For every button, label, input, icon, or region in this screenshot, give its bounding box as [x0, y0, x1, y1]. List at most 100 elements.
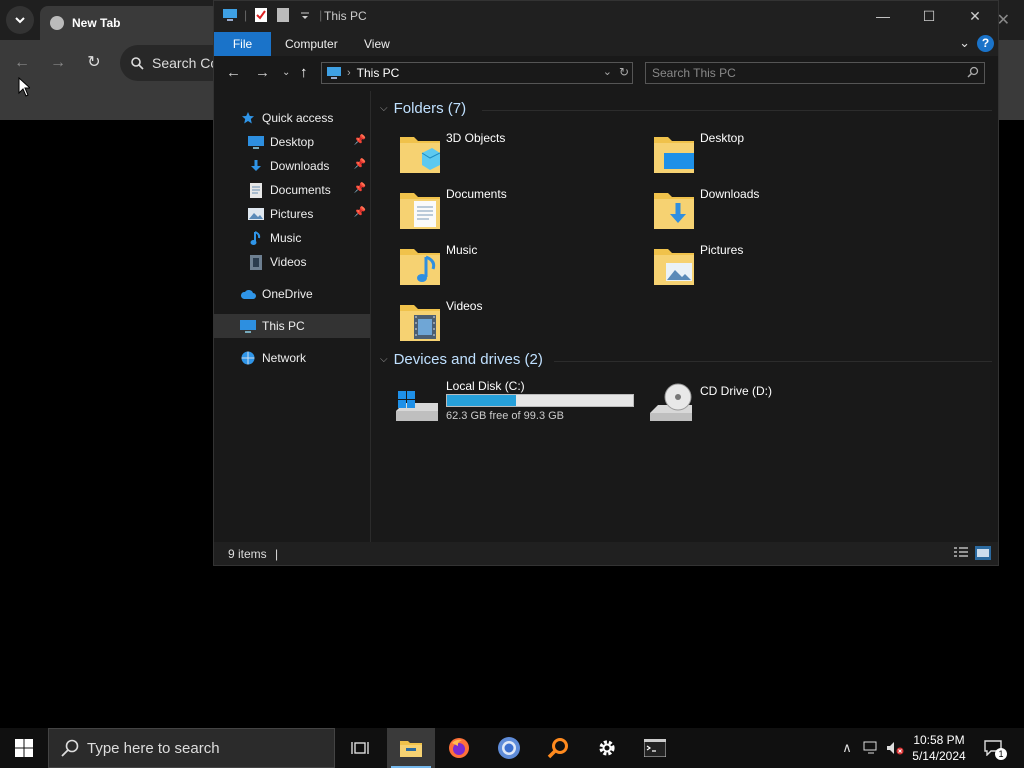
large-icons-view-icon[interactable]: [975, 546, 991, 560]
taskbar-firefox[interactable]: [435, 728, 483, 768]
expand-ribbon-icon[interactable]: ⌄: [959, 35, 970, 51]
details-view-icon[interactable]: [953, 546, 969, 560]
tab-computer[interactable]: Computer: [273, 32, 350, 56]
address-dropdown-icon[interactable]: ⌄: [603, 65, 612, 78]
tab-search-button[interactable]: [6, 6, 34, 34]
ribbon-tabs: File Computer View ⌄ ?: [214, 32, 998, 56]
network-icon: [240, 350, 256, 366]
drive-name: CD Drive (D:): [700, 384, 772, 398]
chevron-down-icon: ⌵: [380, 354, 388, 365]
folder-name: Music: [446, 243, 478, 257]
folder-pictures[interactable]: Pictures: [654, 243, 904, 295]
clock-date: 5/14/2024: [912, 749, 966, 763]
folder-documents[interactable]: Documents: [400, 187, 650, 239]
notification-center-button[interactable]: 1: [982, 728, 1007, 768]
show-hidden-icons-chevron-icon[interactable]: ∧: [838, 728, 856, 768]
recent-locations-icon[interactable]: ⌄: [282, 67, 290, 78]
taskbar-search-app[interactable]: [534, 728, 582, 768]
nav-item-network[interactable]: Network: [214, 346, 370, 370]
folders-group-header[interactable]: ⌵ Folders (7): [380, 100, 466, 117]
folder-videos[interactable]: Videos: [400, 299, 650, 351]
taskbar-clock[interactable]: 10:58 PM 5/14/2024: [906, 732, 972, 764]
forward-arrow-icon[interactable]: →: [47, 52, 69, 74]
file-explorer-window: | | This PC — ☐ ✕ File Computer View ⌄ ?…: [213, 0, 999, 566]
nav-item-this-pc[interactable]: This PC: [214, 314, 370, 338]
reload-icon[interactable]: ↻: [83, 52, 105, 74]
drive-local-c[interactable]: Local Disk (C:) 62.3 GB free of 99.3 GB: [394, 379, 644, 429]
start-button[interactable]: [0, 728, 48, 768]
breadcrumb-separator-icon: ›: [347, 67, 351, 79]
folder-videos-icon: [400, 305, 440, 341]
content-pane: ⌵ Folders (7) 3D Objects Desktop Documen…: [372, 91, 998, 542]
folder-music-icon: [400, 249, 440, 285]
nav-label: Documents: [270, 183, 331, 197]
cd-drive-icon: [650, 383, 692, 421]
new-folder-icon[interactable]: [275, 7, 291, 23]
hard-drive-icon: [396, 391, 438, 421]
drive-cd-d[interactable]: CD Drive (D:): [648, 379, 848, 429]
desktop-icon: [248, 134, 264, 150]
browser-tab-new-tab[interactable]: New Tab: [40, 6, 220, 40]
refresh-icon[interactable]: ↻: [619, 65, 629, 79]
cloud-icon: [240, 286, 256, 302]
nav-item-pictures[interactable]: Pictures 📌: [214, 202, 370, 226]
breadcrumb-this-pc[interactable]: This PC: [357, 66, 400, 80]
firefox-icon: [449, 738, 469, 758]
nav-item-documents[interactable]: Documents 📌: [214, 178, 370, 202]
navigation-pane: Quick access Desktop 📌 Downloads 📌 Docum…: [214, 91, 371, 542]
minimize-button[interactable]: —: [860, 1, 906, 32]
status-bar: 9 items |: [214, 542, 998, 565]
nav-item-videos[interactable]: Videos: [214, 250, 370, 274]
search-input[interactable]: [652, 65, 952, 81]
network-tray-icon[interactable]: [860, 728, 882, 768]
back-arrow-icon[interactable]: ←: [226, 64, 241, 81]
nav-item-music[interactable]: Music: [214, 226, 370, 250]
gear-icon: [599, 740, 615, 756]
tab-view[interactable]: View: [352, 32, 402, 56]
group-divider: [554, 361, 992, 362]
document-icon: [248, 182, 264, 198]
drives-group-header[interactable]: ⌵ Devices and drives (2): [380, 351, 543, 368]
back-arrow-icon[interactable]: ←: [11, 52, 33, 74]
pin-icon[interactable]: 📌: [354, 135, 366, 146]
help-icon[interactable]: ?: [977, 35, 994, 52]
volume-muted-icon[interactable]: [884, 728, 906, 768]
tab-file[interactable]: File: [214, 32, 271, 56]
notification-count-badge: 1: [995, 748, 1007, 760]
taskbar-search-input[interactable]: [87, 739, 317, 757]
nav-label: Network: [262, 351, 307, 365]
taskbar-chrome[interactable]: [485, 728, 533, 768]
search-box[interactable]: [645, 62, 985, 84]
taskbar-file-explorer[interactable]: [387, 728, 435, 768]
folder-3d-objects[interactable]: 3D Objects: [400, 131, 650, 183]
folder-music[interactable]: Music: [400, 243, 650, 295]
nav-label: Desktop: [270, 135, 315, 149]
folder-desktop[interactable]: Desktop: [654, 131, 904, 183]
folder-3d-objects-icon: [400, 137, 440, 173]
folder-downloads[interactable]: Downloads: [654, 187, 904, 239]
properties-icon[interactable]: [253, 7, 269, 23]
folder-desktop-icon: [654, 137, 694, 173]
pin-icon[interactable]: 📌: [354, 159, 366, 170]
close-button[interactable]: ✕: [952, 1, 998, 32]
nav-item-quick-access[interactable]: Quick access: [214, 106, 370, 130]
task-view-button[interactable]: [336, 728, 384, 768]
drive-usage-fill: [447, 395, 517, 406]
forward-arrow-icon[interactable]: →: [255, 64, 270, 81]
maximize-button[interactable]: ☐: [906, 1, 952, 32]
task-view-icon: [351, 742, 369, 754]
pin-icon[interactable]: 📌: [354, 207, 366, 218]
pin-icon[interactable]: 📌: [354, 183, 366, 194]
folder-pictures-icon: [654, 249, 694, 285]
taskbar-search-box[interactable]: [48, 728, 335, 768]
nav-item-downloads[interactable]: Downloads 📌: [214, 154, 370, 178]
customize-dropdown-icon[interactable]: [297, 7, 313, 23]
folder-name: Desktop: [700, 131, 745, 145]
taskbar-terminal[interactable]: [631, 728, 679, 768]
nav-item-onedrive[interactable]: OneDrive: [214, 282, 370, 306]
address-bar[interactable]: › This PC ⌄ ↻: [321, 62, 633, 84]
up-arrow-icon[interactable]: ↑: [300, 64, 308, 81]
taskbar-settings[interactable]: [583, 728, 631, 768]
picture-icon: [248, 206, 264, 222]
nav-item-desktop[interactable]: Desktop 📌: [214, 130, 370, 154]
